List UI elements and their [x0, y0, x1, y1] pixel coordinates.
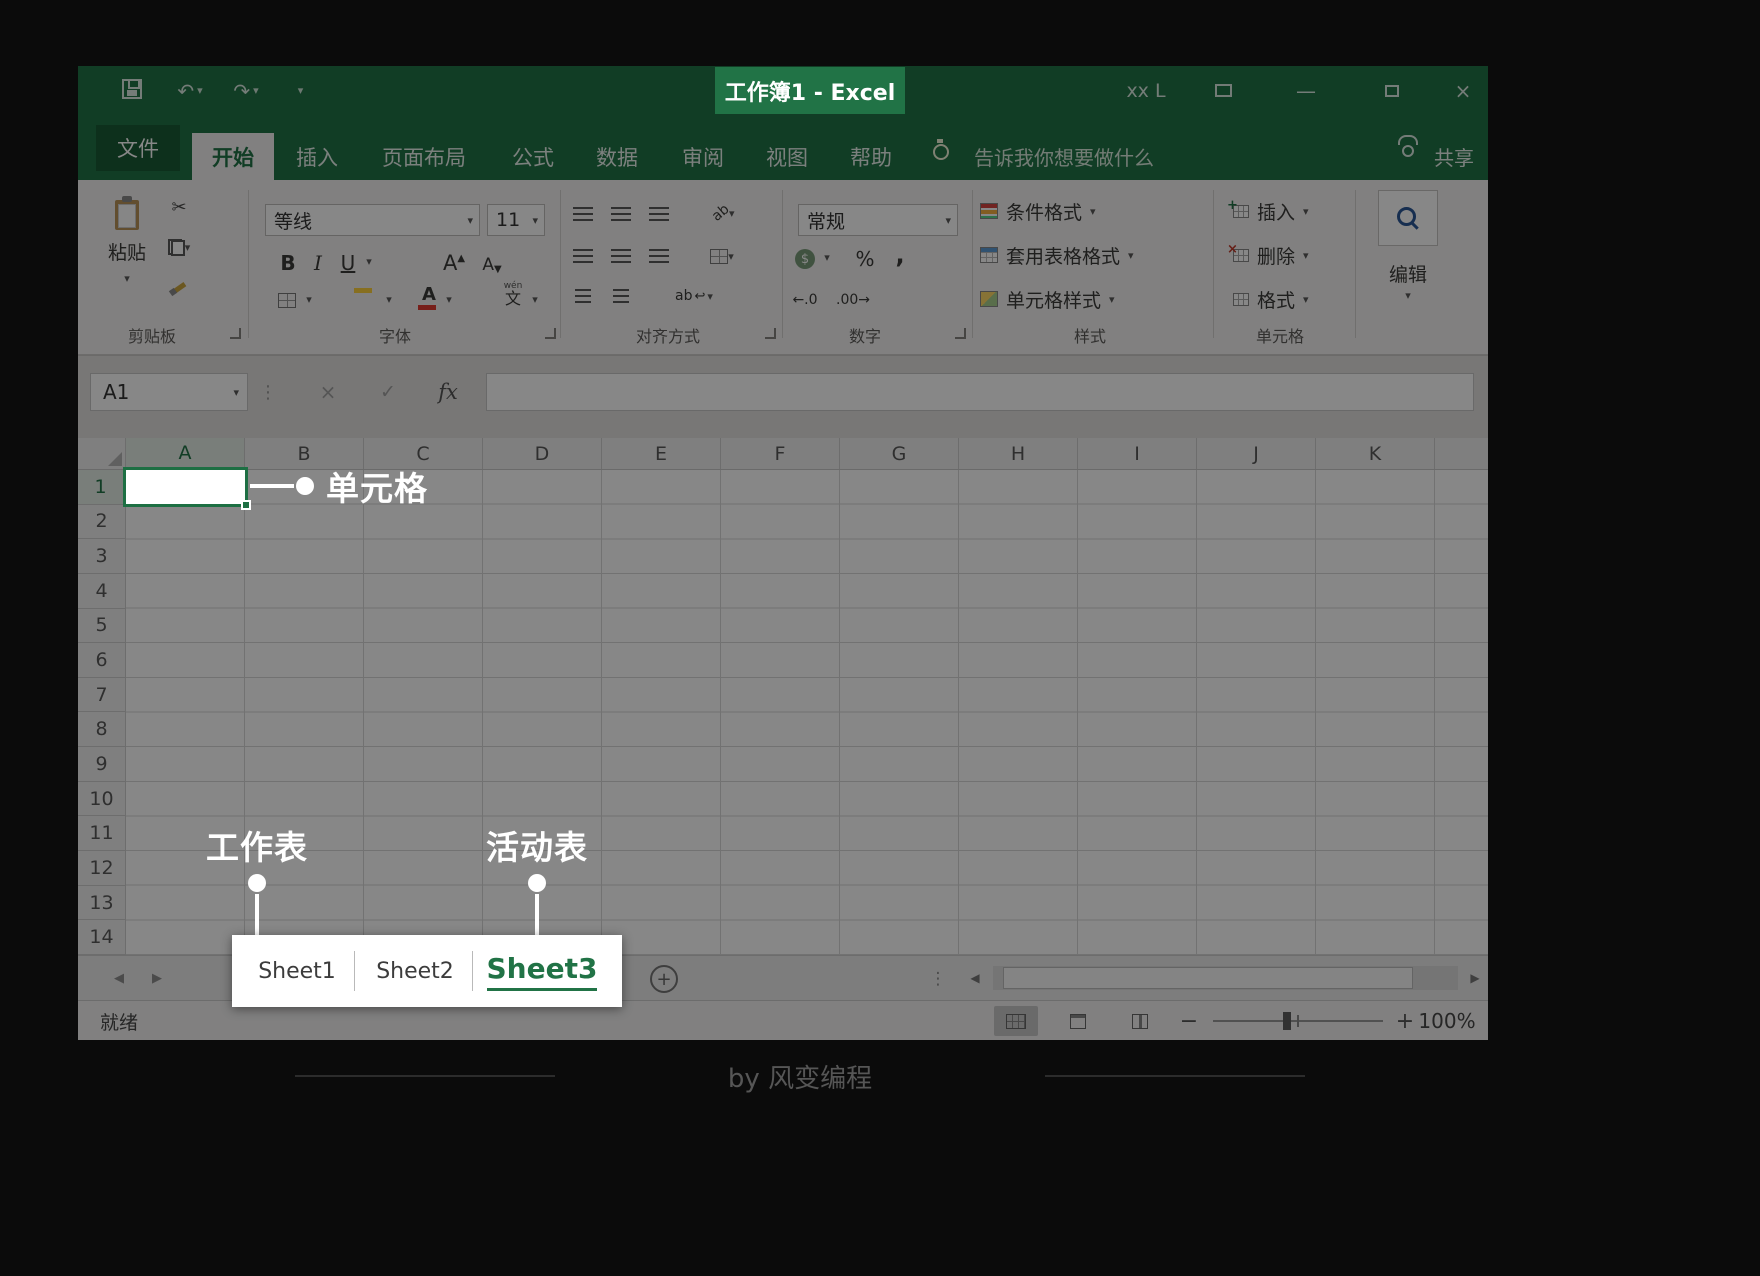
cell-callout-dot: [296, 477, 314, 495]
worksheet-callout-line: [255, 894, 259, 935]
sheet-tab-sheet2[interactable]: Sheet2: [370, 935, 460, 1007]
footer-credit: by 风变编程: [640, 1056, 960, 1096]
window-title-highlight: 工作簿1 - Excel: [715, 67, 905, 114]
dim-overlay: [78, 66, 1488, 1040]
worksheet-callout-dot: [248, 874, 266, 892]
screenshot-canvas: ↶ ▾ ↷ ▾ ▾ xx L — ×: [0, 0, 1760, 1276]
active-sheet-callout-line: [535, 894, 539, 935]
sheet-tab-separator: [354, 951, 355, 991]
sheet-tabs-highlight-box: Sheet1 Sheet2 Sheet3: [232, 935, 622, 1007]
selected-cell-a1[interactable]: [123, 467, 248, 507]
excel-window: ↶ ▾ ↷ ▾ ▾ xx L — ×: [78, 66, 1488, 1040]
active-sheet-annotation-label: 活动表: [467, 824, 607, 866]
active-sheet-callout-dot: [528, 874, 546, 892]
sheet-tab-sheet3-active[interactable]: Sheet3: [484, 935, 600, 1007]
cell-callout-line: [250, 484, 294, 488]
footer-line-right: [1045, 1075, 1305, 1077]
sheet-tab-separator: [472, 951, 473, 991]
sheet3-label: Sheet3: [487, 952, 598, 991]
footer-line-left: [295, 1075, 555, 1077]
worksheet-annotation-label: 工作表: [187, 824, 327, 866]
cell-annotation-label: 单元格: [326, 465, 428, 507]
fill-handle[interactable]: [241, 500, 251, 510]
sheet-tab-sheet1[interactable]: Sheet1: [252, 935, 342, 1007]
